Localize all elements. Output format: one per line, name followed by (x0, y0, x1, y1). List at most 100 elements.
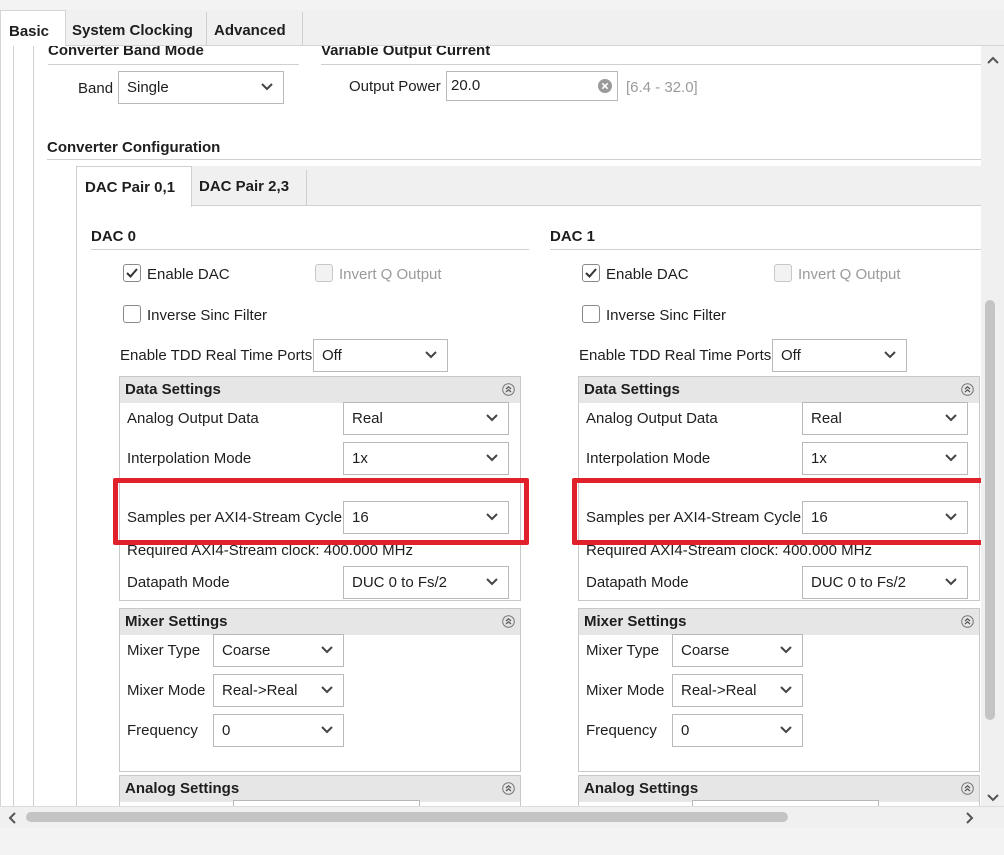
band-select-value: Single (127, 79, 169, 96)
dac0-mixer-mode-select[interactable]: Real->Real (213, 674, 344, 707)
chevron-down-icon (321, 686, 333, 694)
chevron-down-icon (884, 351, 896, 359)
dac1-analog-output-label: Analog Output Data (586, 410, 718, 427)
output-power-value: 20.0 (451, 77, 481, 94)
dac1-datapath-label: Datapath Mode (586, 574, 689, 591)
dac1-frequency-value: 0 (681, 722, 690, 739)
output-current-title: Variable Output Current (321, 46, 491, 59)
dac1-enable-checkbox[interactable] (582, 264, 600, 282)
collapse-icon[interactable] (502, 615, 515, 628)
dac1-invert-q-checkbox[interactable] (774, 264, 792, 282)
dac1-data-settings-title: Data Settings (584, 381, 680, 398)
scroll-up-icon[interactable] (987, 56, 999, 64)
dac0-data-settings-title: Data Settings (125, 381, 221, 398)
dac0-datapath-value: DUC 0 to Fs/2 (352, 574, 448, 591)
dac1-mixer-mode-label: Mixer Mode (586, 682, 665, 699)
dac0-tdd-select[interactable]: Off (313, 339, 448, 372)
vertical-scroll-thumb[interactable] (985, 300, 995, 720)
dac1-mixer-type-label: Mixer Type (586, 642, 660, 659)
dac0-frequency-select[interactable]: 0 (213, 714, 344, 747)
dac0-interp-select[interactable]: 1x (343, 442, 509, 475)
dac0-mixer-type-value: Coarse (222, 642, 271, 659)
dac1-tdd-value: Off (781, 347, 801, 364)
collapse-icon[interactable] (502, 782, 515, 795)
dac1-enable-label: Enable DAC (606, 266, 689, 283)
scroll-left-icon[interactable] (8, 812, 16, 824)
tab-separator (302, 12, 303, 46)
dac0-enable-checkbox[interactable] (123, 264, 141, 282)
dac0-mixer-type-label: Mixer Type (127, 642, 201, 659)
dac1-mixer-type-select[interactable]: Coarse (672, 634, 803, 667)
dac0-analog-settings-title: Analog Settings (125, 780, 240, 797)
converter-config-title: Converter Configuration (47, 139, 221, 156)
dac0-mixer-type-select[interactable]: Coarse (213, 634, 344, 667)
dac1-inverse-sinc-checkbox[interactable] (582, 305, 600, 323)
collapse-icon[interactable] (961, 615, 974, 628)
dac1-frequency-select[interactable]: 0 (672, 714, 803, 747)
scroll-right-icon[interactable] (966, 812, 974, 824)
dac0-inverse-sinc-label: Inverse Sinc Filter (147, 307, 268, 324)
chevron-down-icon (321, 646, 333, 654)
chevron-down-icon (780, 726, 792, 734)
tab-advanced[interactable]: Advanced (206, 10, 302, 46)
band-select[interactable]: Single (118, 71, 284, 104)
tab-dac-pair-23[interactable]: DAC Pair 2,3 (199, 178, 289, 195)
dac0-analog-output-value: Real (352, 410, 383, 427)
horizontal-scroll-thumb[interactable] (26, 812, 788, 822)
vertical-scrollbar[interactable] (981, 46, 1004, 806)
horizontal-scrollbar[interactable] (0, 806, 1004, 828)
dac0-samples-highlight (113, 478, 529, 545)
tab-basic[interactable]: Basic (0, 10, 66, 48)
chevron-down-icon (486, 414, 498, 422)
dac0-mixer-settings-title: Mixer Settings (125, 613, 228, 630)
scroll-down-icon[interactable] (987, 794, 999, 802)
dac1-analog-output-value: Real (811, 410, 842, 427)
tab-dac-pair-01[interactable]: DAC Pair 0,1 (76, 166, 192, 207)
checkmark-icon (585, 268, 597, 278)
collapse-icon[interactable] (502, 383, 515, 396)
dac1-tdd-select[interactable]: Off (772, 339, 907, 372)
chevron-down-icon (486, 454, 498, 462)
dac1-tdd-label: Enable TDD Real Time Ports (579, 347, 772, 364)
dac1-analog-output-select[interactable]: Real (802, 402, 968, 435)
top-tab-bar: Basic System Clocking Advanced (0, 10, 1004, 48)
dac0-tdd-value: Off (322, 347, 342, 364)
clear-icon[interactable] (598, 79, 612, 93)
dac1-datapath-value: DUC 0 to Fs/2 (811, 574, 907, 591)
chevron-down-icon (261, 83, 273, 91)
output-power-label: Output Power (349, 78, 441, 95)
dac1-frequency-label: Frequency (586, 722, 657, 739)
collapse-icon[interactable] (961, 383, 974, 396)
dac1-analog-settings-title: Analog Settings (584, 780, 699, 797)
chevron-down-icon (945, 414, 957, 422)
bottom-strip (0, 828, 1004, 855)
dac0-mixer-mode-value: Real->Real (222, 682, 298, 699)
dac1-mixer-type-value: Coarse (681, 642, 730, 659)
dac1-interp-select[interactable]: 1x (802, 442, 968, 475)
tab-system-clocking[interactable]: System Clocking (64, 10, 206, 46)
dac0-interp-label: Interpolation Mode (127, 450, 252, 467)
dac0-interp-value: 1x (352, 450, 368, 467)
dac0-inverse-sinc-checkbox[interactable] (123, 305, 141, 323)
collapse-icon[interactable] (961, 782, 974, 795)
dac0-frequency-label: Frequency (127, 722, 198, 739)
dac0-invert-q-checkbox[interactable] (315, 264, 333, 282)
chevron-down-icon (780, 686, 792, 694)
dac1-datapath-select[interactable]: DUC 0 to Fs/2 (802, 566, 968, 599)
chevron-down-icon (486, 578, 498, 586)
chevron-down-icon (425, 351, 437, 359)
dac0-datapath-select[interactable]: DUC 0 to Fs/2 (343, 566, 509, 599)
dac0-frequency-value: 0 (222, 722, 231, 739)
dac1-interp-label: Interpolation Mode (586, 450, 711, 467)
dac1-mixer-settings-title: Mixer Settings (584, 613, 687, 630)
chevron-down-icon (945, 454, 957, 462)
dac0-analog-output-select[interactable]: Real (343, 402, 509, 435)
dac1-mixer-mode-select[interactable]: Real->Real (672, 674, 803, 707)
dac0-title: DAC 0 (91, 228, 137, 245)
output-power-input[interactable]: 20.0 (446, 71, 618, 101)
chevron-down-icon (945, 578, 957, 586)
dac0-datapath-label: Datapath Mode (127, 574, 230, 591)
dac-pair-tab-bar: DAC Pair 0,1 DAC Pair 2,3 (76, 166, 981, 207)
dac0-mixer-mode-label: Mixer Mode (127, 682, 206, 699)
dac0-tdd-label: Enable TDD Real Time Ports (120, 347, 313, 364)
